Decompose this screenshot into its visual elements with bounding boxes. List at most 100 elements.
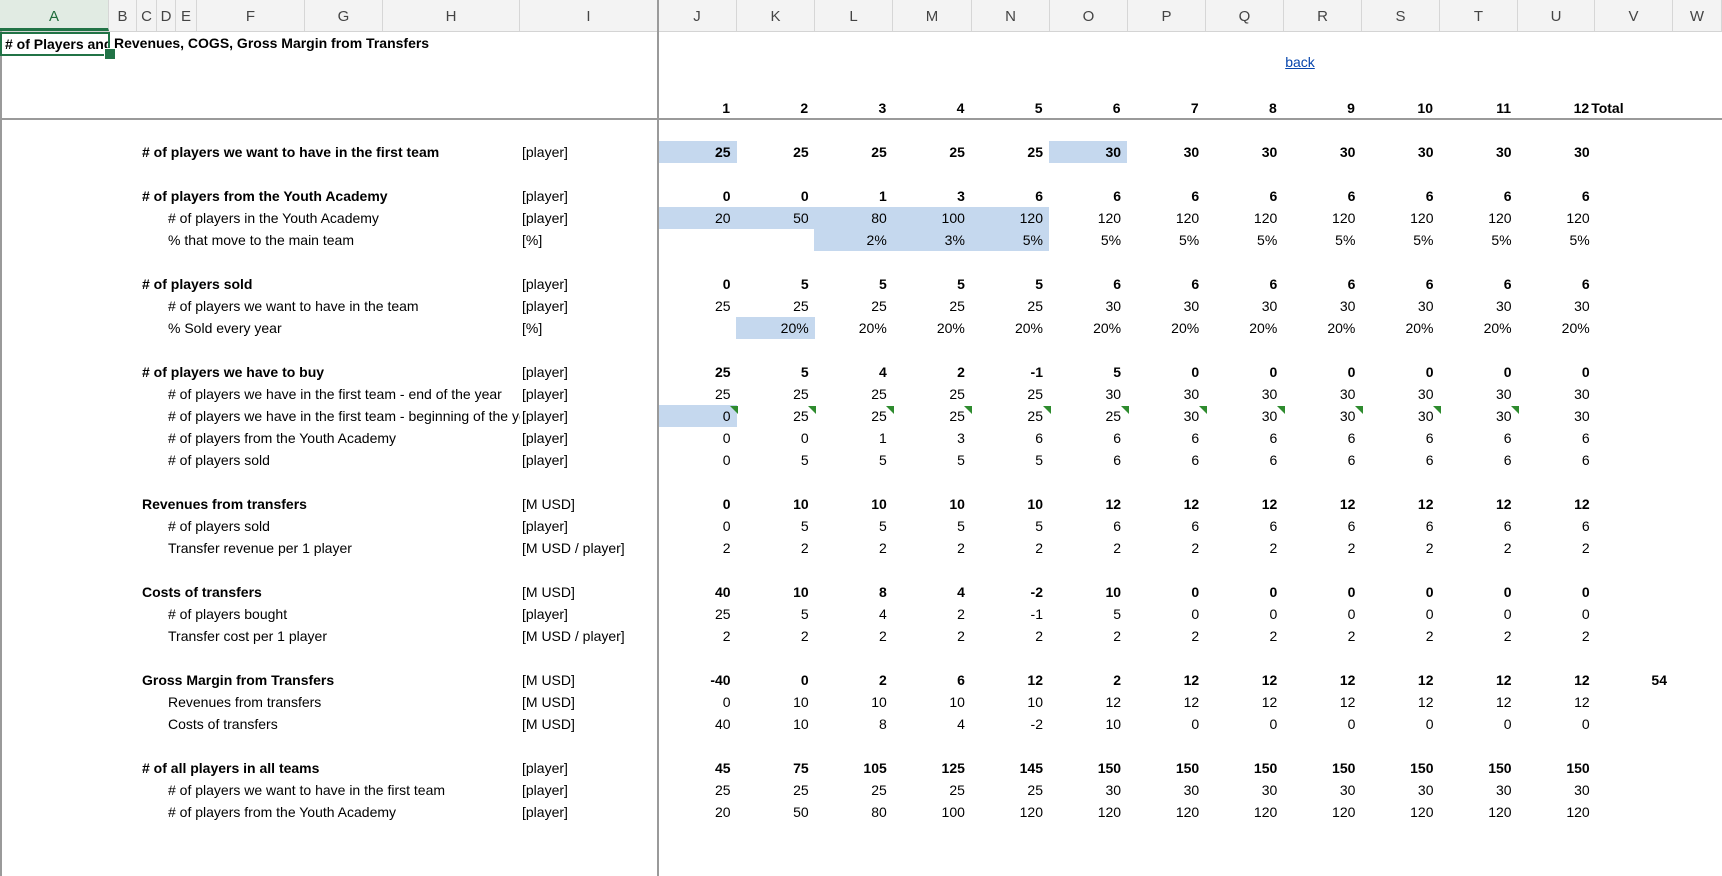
value-cell[interactable]: 30 bbox=[1517, 295, 1596, 317]
period-header[interactable]: 8 bbox=[1205, 97, 1283, 119]
value-cell[interactable]: 25 bbox=[658, 603, 737, 625]
value-cell[interactable]: 30 bbox=[1439, 405, 1518, 427]
value-cell[interactable]: 5% bbox=[970, 229, 1049, 251]
row-label[interactable]: # of players from the Youth Academy bbox=[168, 427, 520, 449]
value-cell[interactable]: 20% bbox=[1439, 317, 1518, 339]
value-cell[interactable]: 30 bbox=[1283, 141, 1362, 163]
period-header[interactable]: 1 bbox=[658, 97, 736, 119]
row-label[interactable]: # of players we have in the first team -… bbox=[168, 405, 520, 427]
row-unit[interactable]: [player] bbox=[522, 273, 656, 295]
value-cell[interactable]: 150 bbox=[1361, 757, 1440, 779]
value-cell[interactable]: 120 bbox=[970, 207, 1049, 229]
value-cell[interactable]: 2 bbox=[970, 537, 1049, 559]
value-cell[interactable]: 0 bbox=[1361, 581, 1440, 603]
column-header-e[interactable]: E bbox=[176, 0, 197, 31]
column-header-a[interactable]: A bbox=[0, 0, 109, 31]
value-cell[interactable]: 5 bbox=[892, 273, 971, 295]
column-header-u[interactable]: U bbox=[1518, 0, 1595, 31]
value-cell[interactable]: 6 bbox=[1205, 185, 1284, 207]
value-cell[interactable]: 0 bbox=[1283, 713, 1362, 735]
value-cell[interactable]: 30 bbox=[1439, 383, 1518, 405]
row-label[interactable]: # of players bought bbox=[168, 603, 520, 625]
column-header-s[interactable]: S bbox=[1362, 0, 1440, 31]
value-cell[interactable]: 0 bbox=[658, 405, 737, 427]
value-cell[interactable]: 30 bbox=[1283, 405, 1362, 427]
value-cell[interactable]: 2 bbox=[1517, 625, 1596, 647]
value-cell[interactable]: 2 bbox=[736, 537, 815, 559]
column-header-h[interactable]: H bbox=[383, 0, 520, 31]
value-cell[interactable]: 10 bbox=[736, 581, 815, 603]
row-unit[interactable]: [M USD] bbox=[522, 691, 656, 713]
period-header[interactable]: 10 bbox=[1361, 97, 1439, 119]
period-header[interactable]: 5 bbox=[970, 97, 1048, 119]
value-cell[interactable]: 6 bbox=[1439, 273, 1518, 295]
row-unit[interactable]: [M USD / player] bbox=[522, 537, 656, 559]
value-cell[interactable]: 0 bbox=[658, 515, 737, 537]
value-cell[interactable]: 2 bbox=[1283, 537, 1362, 559]
value-cell[interactable]: 6 bbox=[1049, 185, 1128, 207]
row-unit[interactable]: [M USD] bbox=[522, 493, 656, 515]
row-label[interactable]: # of players sold bbox=[168, 449, 520, 471]
value-cell[interactable]: 30 bbox=[1127, 779, 1206, 801]
back-link[interactable]: back bbox=[1240, 54, 1360, 70]
value-cell[interactable]: 2% bbox=[814, 229, 893, 251]
value-cell[interactable]: 30 bbox=[1517, 141, 1596, 163]
column-header-d[interactable]: D bbox=[157, 0, 176, 31]
value-cell[interactable]: 5% bbox=[1283, 229, 1362, 251]
value-cell[interactable]: 10 bbox=[892, 493, 971, 515]
row-label[interactable]: # of players we have in the first team -… bbox=[168, 383, 520, 405]
value-cell[interactable]: 5% bbox=[1439, 229, 1518, 251]
value-cell[interactable]: 30 bbox=[1439, 141, 1518, 163]
value-cell[interactable]: 0 bbox=[658, 273, 737, 295]
value-cell[interactable]: 0 bbox=[1283, 361, 1362, 383]
row-label[interactable]: # of players from the Youth Academy bbox=[142, 185, 520, 207]
period-header[interactable]: 6 bbox=[1049, 97, 1127, 119]
value-cell[interactable]: 10 bbox=[892, 691, 971, 713]
value-cell[interactable]: 30 bbox=[1361, 405, 1440, 427]
value-cell[interactable]: 12 bbox=[1361, 691, 1440, 713]
value-cell[interactable]: 120 bbox=[1361, 207, 1440, 229]
value-cell[interactable]: 6 bbox=[1517, 185, 1596, 207]
row-unit[interactable]: [%] bbox=[522, 229, 656, 251]
value-cell[interactable]: 120 bbox=[1283, 207, 1362, 229]
value-cell[interactable]: 12 bbox=[1361, 493, 1440, 515]
value-cell[interactable]: 6 bbox=[1283, 449, 1362, 471]
value-cell[interactable]: 25 bbox=[736, 405, 815, 427]
row-label[interactable]: # of players from the Youth Academy bbox=[168, 801, 520, 823]
row-label[interactable]: Gross Margin from Transfers bbox=[142, 669, 520, 691]
value-cell[interactable]: 30 bbox=[1361, 295, 1440, 317]
value-cell[interactable]: 6 bbox=[1049, 427, 1128, 449]
value-cell[interactable]: 30 bbox=[1205, 405, 1284, 427]
value-cell[interactable]: 10 bbox=[814, 691, 893, 713]
value-cell[interactable]: 30 bbox=[1205, 779, 1284, 801]
value-cell[interactable]: 1 bbox=[814, 427, 893, 449]
value-cell[interactable]: 0 bbox=[1439, 581, 1518, 603]
row-label[interactable]: Costs of transfers bbox=[168, 713, 520, 735]
value-cell[interactable]: 6 bbox=[1439, 427, 1518, 449]
value-cell[interactable]: 30 bbox=[1361, 141, 1440, 163]
value-cell[interactable]: 8 bbox=[814, 581, 893, 603]
value-cell[interactable]: 25 bbox=[1049, 405, 1128, 427]
column-header-g[interactable]: G bbox=[305, 0, 383, 31]
value-cell[interactable]: 25 bbox=[814, 405, 893, 427]
period-header[interactable]: 9 bbox=[1283, 97, 1361, 119]
value-cell[interactable]: 25 bbox=[892, 141, 971, 163]
value-cell[interactable]: 120 bbox=[1517, 801, 1596, 823]
value-cell[interactable]: 12 bbox=[1205, 493, 1284, 515]
row-unit[interactable]: [player] bbox=[522, 141, 656, 163]
row-unit[interactable]: [player] bbox=[522, 449, 656, 471]
value-cell[interactable]: 25 bbox=[658, 361, 737, 383]
value-cell[interactable]: 12 bbox=[1439, 493, 1518, 515]
value-cell[interactable]: 5% bbox=[1205, 229, 1284, 251]
value-cell[interactable]: 25 bbox=[970, 779, 1049, 801]
value-cell[interactable]: 0 bbox=[1517, 603, 1596, 625]
value-cell[interactable]: 12 bbox=[1127, 691, 1206, 713]
value-cell[interactable]: 120 bbox=[1361, 801, 1440, 823]
value-cell[interactable]: 30 bbox=[1049, 295, 1128, 317]
value-cell[interactable]: 30 bbox=[1283, 295, 1362, 317]
value-cell[interactable]: 12 bbox=[1205, 669, 1284, 691]
value-cell[interactable]: 30 bbox=[1049, 383, 1128, 405]
value-cell[interactable]: 3 bbox=[892, 427, 971, 449]
row-label[interactable]: # of all players in all teams bbox=[142, 757, 520, 779]
value-cell[interactable]: 5 bbox=[1049, 603, 1128, 625]
